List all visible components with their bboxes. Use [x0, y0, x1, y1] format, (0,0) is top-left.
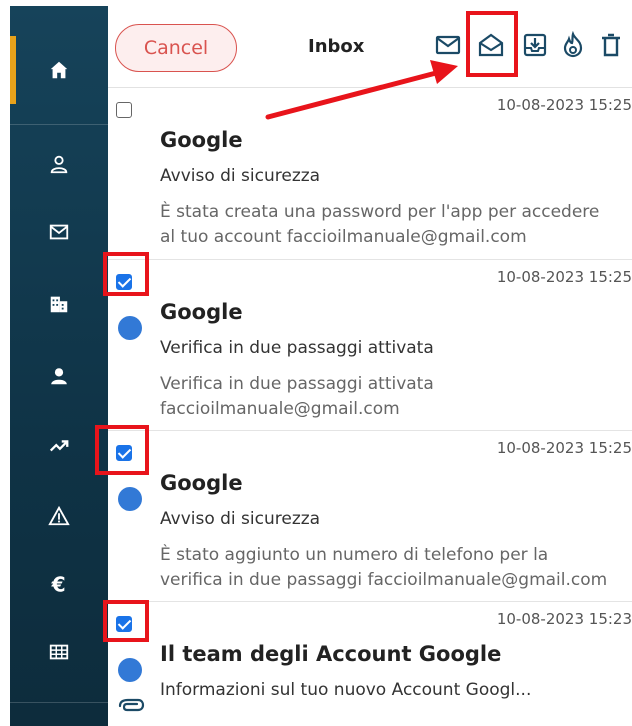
- sidebar-item-stats[interactable]: [10, 414, 108, 478]
- sidebar-item-companies[interactable]: [10, 272, 108, 336]
- cancel-button[interactable]: Cancel: [115, 24, 237, 72]
- svg-text:€: €: [51, 573, 66, 595]
- checkbox-highlight: [95, 425, 149, 475]
- archive-icon: [523, 33, 547, 57]
- email-sender: Google: [160, 128, 243, 152]
- email-timestamp: 10-08-2023 15:25: [496, 439, 632, 457]
- unread-dot: [118, 658, 142, 682]
- unread-dot: [118, 487, 142, 511]
- list-item[interactable]: 10-08-2023 15:25 Google Verifica in due …: [108, 260, 632, 431]
- email-checkbox[interactable]: [116, 102, 132, 118]
- list-item[interactable]: 10-08-2023 15:23 Il team degli Account G…: [108, 602, 632, 726]
- email-timestamp: 10-08-2023 15:25: [496, 268, 632, 286]
- email-timestamp: 10-08-2023 15:25: [496, 96, 632, 114]
- mail-toolbar: Cancel Inbox: [108, 6, 632, 88]
- mark-unread-icon: [435, 35, 461, 55]
- email-timestamp: 10-08-2023 15:23: [496, 610, 632, 628]
- sidebar-item-home[interactable]: [10, 38, 108, 102]
- unread-dot: [118, 316, 142, 340]
- warning-icon: [48, 505, 70, 526]
- mail-icon: [49, 224, 69, 240]
- sidebar-item-mail[interactable]: [10, 200, 108, 264]
- sidebar-item-tables[interactable]: [10, 620, 108, 684]
- email-subject: Avviso di sicurezza: [160, 166, 321, 186]
- email-subject: Verifica in due passaggi attivata: [160, 338, 434, 358]
- grid-icon: [49, 644, 69, 660]
- email-subject: Informazioni sul tuo nuovo Account Googl…: [160, 680, 532, 700]
- email-sender: Google: [160, 471, 243, 495]
- archive-button[interactable]: [518, 28, 552, 62]
- mark-read-highlight: [466, 11, 518, 77]
- sidebar-item-user[interactable]: [10, 344, 108, 408]
- email-sender: Il team degli Account Google: [160, 642, 502, 666]
- attachment-icon: [118, 698, 145, 712]
- fire-icon: [563, 31, 583, 58]
- home-icon: [50, 61, 68, 79]
- sidebar-item-alerts[interactable]: [10, 484, 108, 548]
- page-title: Inbox: [308, 36, 365, 57]
- email-preview: È stata creata una password per l'app pe…: [160, 202, 600, 247]
- list-item[interactable]: 10-08-2023 15:25 Google Avviso di sicure…: [108, 88, 632, 260]
- email-preview: È stato aggiunto un numero di telefono p…: [160, 545, 608, 590]
- checkbox-highlight: [103, 252, 149, 296]
- user-icon: [51, 368, 67, 385]
- buildings-icon: [50, 296, 68, 313]
- list-item[interactable]: 10-08-2023 15:25 Google Avviso di sicure…: [108, 431, 632, 602]
- email-subject: Avviso di sicurezza: [160, 509, 321, 529]
- sidebar-item-profile[interactable]: [10, 132, 108, 196]
- sidebar-item-billing[interactable]: €: [10, 552, 108, 616]
- delete-button[interactable]: [594, 28, 628, 62]
- euro-icon: €: [51, 573, 66, 595]
- trend-icon: [49, 440, 69, 452]
- mark-unread-button[interactable]: [431, 28, 465, 62]
- profile-icon: [50, 155, 68, 174]
- email-preview: Verifica in due passaggi attivata faccio…: [160, 374, 434, 419]
- hot-button[interactable]: [556, 28, 590, 62]
- email-sender: Google: [160, 300, 243, 324]
- sidebar: €: [10, 6, 108, 726]
- checkbox-highlight: [103, 600, 149, 642]
- trash-icon: [602, 33, 620, 57]
